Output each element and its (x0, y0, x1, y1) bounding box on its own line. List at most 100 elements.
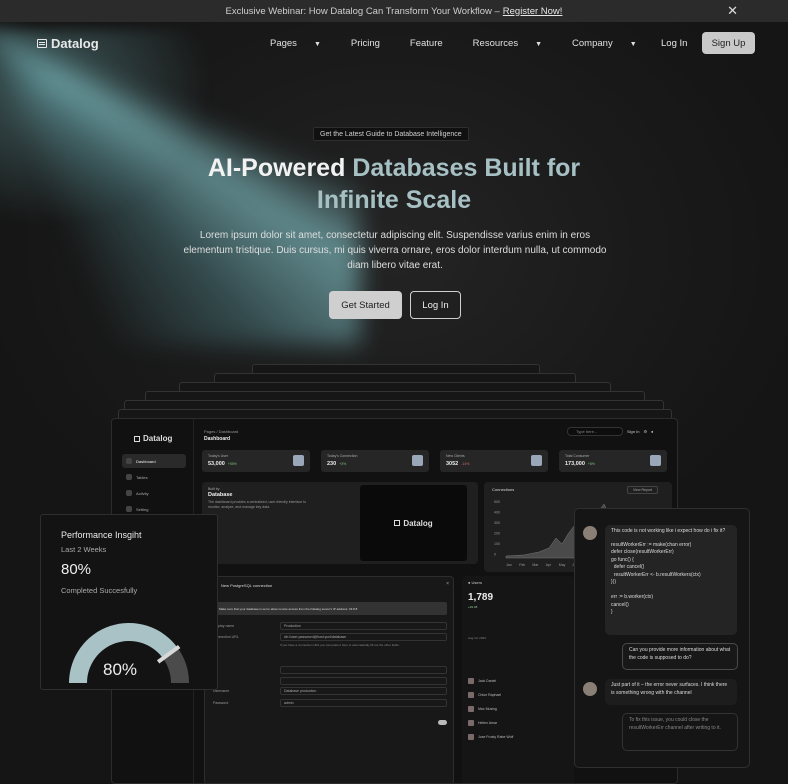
port-input[interactable] (280, 677, 447, 685)
users-value: 1,789 (468, 592, 494, 603)
brand-logo[interactable]: Datalog (37, 36, 99, 51)
avatar (468, 706, 474, 712)
table-row[interactable]: Jack Daniel (468, 676, 568, 686)
sidebar-item-dashboard[interactable]: Dashboard (122, 454, 186, 468)
title-part-b: Databases Built for (352, 154, 581, 182)
message-text: This code is not working like i expect h… (611, 528, 726, 534)
search-input[interactable]: Type here... (567, 427, 623, 436)
chevron-down-icon: ▼ (629, 41, 637, 48)
hero-pill[interactable]: Get the Latest Guide to Database Intelli… (313, 127, 469, 141)
nav-item-resources[interactable]: Resources ▼ (473, 38, 557, 49)
performance-value: 80% (61, 561, 92, 578)
assistant-message: Can you provide more information about w… (622, 643, 738, 670)
x-tick-label: May (559, 563, 566, 567)
modal-title: New PostgreSQL connection (221, 583, 273, 588)
table-row[interactable]: Chloe Raphael (468, 690, 568, 700)
nav-menu: Pages ▼ Pricing Feature Resources ▼ Compan… (270, 38, 667, 49)
stat-card: Today's Connection 230 +3% (321, 450, 429, 472)
performance-title: Performance Insgiht (61, 530, 142, 540)
table-row[interactable]: Jose Frosty Rabe Wolf (468, 732, 568, 742)
sidebar-item-activity[interactable]: Activity (122, 486, 186, 500)
nav-item-pages[interactable]: Pages ▼ (270, 38, 336, 49)
password-input[interactable]: admin (280, 699, 447, 707)
code-line: cancel() (611, 601, 629, 608)
ssl-toggle[interactable] (438, 720, 447, 725)
connection-url-input[interactable]: db://user:password@host:port/database (280, 633, 447, 641)
code-line: defer cancel() (611, 564, 645, 570)
wrench-icon (126, 506, 132, 512)
table-row[interactable]: Hellen Amar (468, 718, 568, 728)
stat-label: Total Consumer (565, 454, 590, 458)
nav-label: Company (572, 38, 613, 49)
users-change: +49.38 (468, 605, 478, 609)
user-name: Max Musing (478, 707, 497, 711)
wallet-icon (293, 455, 304, 466)
nav-label: Feature (409, 38, 443, 49)
performance-card: Performance Insgiht Last 2 Weeks 80% Com… (40, 514, 218, 690)
sidebar-item-tables[interactable]: Tables (122, 470, 186, 484)
breadcrumb-path: Pages / Dashboard (204, 429, 239, 434)
gauge-value: 80% (103, 660, 138, 679)
activity-icon (126, 490, 132, 496)
stat-label: Today's User (208, 454, 229, 458)
avatar (468, 734, 474, 740)
bell-icon[interactable]: ● (651, 429, 653, 434)
hero-login-button[interactable]: Log In (410, 291, 461, 319)
stat-change: +55% (227, 462, 237, 466)
banner-text: Exclusive Webinar: How Datalog Can Trans… (225, 5, 500, 17)
stat-number: 53,000 (208, 461, 225, 467)
nav-label: Pricing (350, 38, 380, 49)
display-name-input[interactable]: Production (280, 622, 447, 630)
assistant-message: To fix this issue, you could close the r… (622, 713, 738, 751)
brand-name: Datalog (51, 36, 99, 51)
nav-item-feature[interactable]: Feature (410, 38, 458, 49)
stat-value: 173,000 +8% (565, 461, 595, 467)
users-date: Aug 13, 2023 (468, 636, 486, 640)
user-name: Jack Daniel (478, 679, 497, 683)
stat-change: +3% (339, 462, 347, 466)
field-hint: If you have a connection URL you can pas… (280, 643, 400, 647)
stat-number: 230 (327, 461, 337, 467)
stat-value: 3052 -14% (446, 461, 469, 467)
logo-card-text: Datalog (403, 518, 433, 528)
nav-item-pricing[interactable]: Pricing (351, 38, 395, 49)
gear-icon[interactable]: ⚙ (643, 429, 647, 434)
nav-item-company[interactable]: Company ▼ (572, 38, 652, 49)
avatar (583, 526, 597, 540)
stat-number: 3052 (446, 461, 459, 467)
username-input[interactable]: Database production (280, 687, 447, 695)
user-message: Just part of it – the error never surfac… (605, 679, 737, 705)
y-tick-label: 500 (494, 500, 500, 504)
close-icon[interactable]: × (446, 581, 449, 587)
register-link[interactable]: Register Now! (503, 6, 563, 17)
user-message: This code is not working like i expect h… (605, 525, 737, 635)
document-icon (531, 455, 542, 466)
users-icon: ● (468, 580, 471, 585)
landing-page: Exclusive Webinar: How Datalog Can Trans… (0, 0, 788, 784)
stat-card: Total Consumer 173,000 +8% (559, 450, 667, 472)
dashboard-topbar: Type here... Sign In ⚙ ● (567, 427, 653, 436)
database-icon (394, 520, 401, 526)
stat-value: 230 +3% (327, 461, 346, 467)
main-nav: Datalog Pages ▼ Pricing Feature Resources… (0, 30, 788, 58)
stat-label: New Clients (446, 454, 465, 458)
user-name: Hellen Amar (478, 721, 498, 725)
table-row[interactable]: Max Musing (468, 704, 568, 714)
signup-button[interactable]: Sign Up (702, 32, 755, 54)
postgres-modal: New PostgreSQL connection × Make sure th… (204, 576, 454, 783)
avatar (468, 692, 474, 698)
logo-card: Datalog (360, 485, 467, 561)
x-tick-label: Jan (506, 563, 512, 567)
host-input[interactable] (280, 666, 447, 674)
modal-warning: Make sure that your database is set to a… (213, 602, 447, 615)
database-icon (37, 39, 47, 48)
login-link[interactable]: Log In (661, 38, 687, 49)
signin-link[interactable]: Sign In (627, 429, 639, 434)
get-started-button[interactable]: Get Started (329, 291, 402, 319)
close-icon[interactable]: ✕ (727, 3, 738, 19)
chevron-down-icon: ▼ (535, 41, 543, 48)
x-tick-label: Apr (546, 563, 552, 567)
stat-number: 173,000 (565, 461, 585, 467)
avatar (468, 678, 474, 684)
